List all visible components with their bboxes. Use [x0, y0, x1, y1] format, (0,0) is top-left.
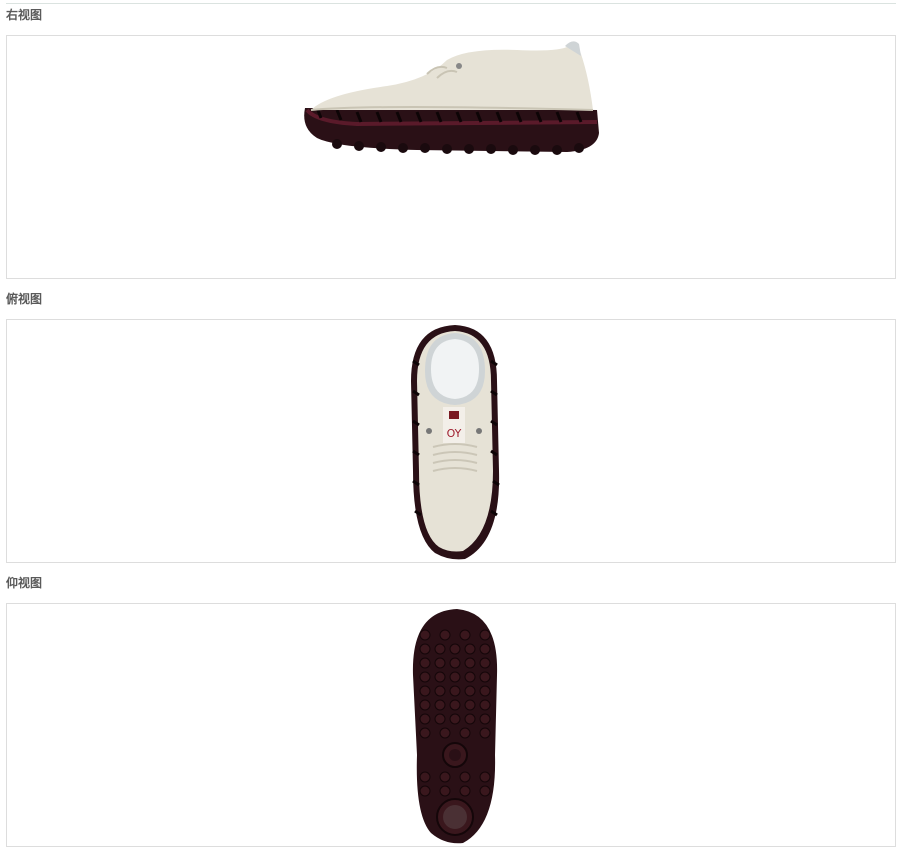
- right-view-panel: [6, 35, 896, 279]
- tread-lug: [434, 699, 446, 711]
- bottom-view-panel: [6, 603, 896, 847]
- shoe-top-view-image: OY: [411, 325, 500, 560]
- tread-lug: [479, 771, 491, 783]
- tread-lug: [439, 727, 451, 739]
- tread-lug: [434, 657, 446, 669]
- tread-lug: [419, 671, 431, 683]
- tread-lug: [479, 671, 491, 683]
- tread-lug: [439, 771, 451, 783]
- tread-lug: [449, 643, 461, 655]
- tread-lug: [464, 657, 476, 669]
- tread-lug: [449, 657, 461, 669]
- tread-lug: [419, 629, 431, 641]
- tread-lug: [439, 785, 451, 797]
- tongue-logo: OY: [447, 427, 462, 440]
- bottom-view-title: 仰视图: [6, 576, 43, 590]
- tread-lug: [419, 713, 431, 725]
- tread-lug: [459, 629, 471, 641]
- tread-lug: [459, 771, 471, 783]
- tread-lug: [464, 671, 476, 683]
- tread-lug: [419, 785, 431, 797]
- top-divider: [6, 3, 896, 4]
- tread-lug: [479, 685, 491, 697]
- tread-lug: [419, 685, 431, 697]
- tread-lug: [479, 785, 491, 797]
- tread-lug: [439, 629, 451, 641]
- tread-lug: [464, 699, 476, 711]
- tread-lug: [464, 713, 476, 725]
- tread-lug: [419, 771, 431, 783]
- tread-lug: [434, 671, 446, 683]
- tread-lug: [479, 727, 491, 739]
- tread-lug: [419, 699, 431, 711]
- tread-lug: [419, 657, 431, 669]
- tread-lug: [479, 713, 491, 725]
- tread-lug: [434, 643, 446, 655]
- tread-lug: [449, 685, 461, 697]
- tread-lug: [479, 629, 491, 641]
- tread-lug: [464, 685, 476, 697]
- tread-lug: [479, 643, 491, 655]
- tread-lug: [479, 699, 491, 711]
- shoe-bottom-view-image: [412, 609, 498, 844]
- tread-lug: [419, 727, 431, 739]
- tread-lug: [479, 657, 491, 669]
- top-view-panel: OY: [6, 319, 896, 563]
- tread-lug: [459, 727, 471, 739]
- tread-lug: [434, 713, 446, 725]
- tread-lug: [434, 685, 446, 697]
- tread-lug: [459, 785, 471, 797]
- tread-lug: [419, 643, 431, 655]
- top-view-title: 俯视图: [6, 292, 43, 306]
- right-view-title: 右视图: [6, 8, 43, 22]
- tread-lug: [449, 699, 461, 711]
- tread-lug: [449, 713, 461, 725]
- tread-lug: [449, 671, 461, 683]
- tread-lug: [464, 643, 476, 655]
- shoe-right-view-image: [304, 41, 599, 155]
